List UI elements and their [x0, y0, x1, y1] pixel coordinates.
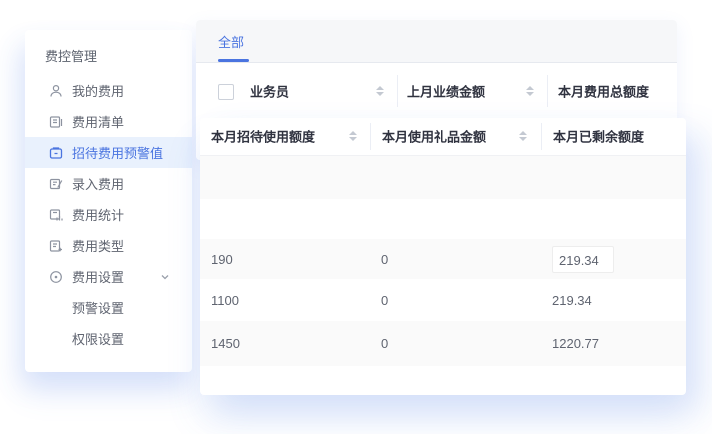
detail-table-header: 本月招待使用额度 本月使用礼品金额 本月已剩余额度: [200, 118, 686, 156]
column-header-remaining-quota[interactable]: 本月已剩余额度: [553, 127, 644, 146]
sidebar-item-expense-type[interactable]: 费用类型: [25, 230, 192, 261]
table-row: 190 0 219.34: [200, 239, 686, 279]
sidebar-item-entertainment-warning[interactable]: 招待费用预警值: [25, 137, 192, 168]
sidebar-subitem-permission-settings[interactable]: 权限设置: [25, 323, 192, 354]
cell-remaining-quota: 219.34: [541, 293, 686, 308]
table-row: 1450 0 1220.77: [200, 321, 686, 366]
table-row: 1100 0 219.34: [200, 279, 686, 321]
sort-icon[interactable]: [526, 86, 534, 96]
page: 费控管理 我的费用 费用清单: [0, 0, 712, 434]
sidebar-item-label: 我的费用: [72, 81, 124, 100]
sidebar-subitem-warning-settings[interactable]: 预警设置: [25, 292, 192, 323]
sidebar-item-expense-settings[interactable]: 费用设置: [25, 261, 192, 292]
sidebar: 费控管理 我的费用 费用清单: [25, 30, 192, 372]
cell-gift-amount: 0: [370, 293, 541, 308]
column-header-salesperson[interactable]: 业务员: [250, 82, 289, 101]
cell-gift-amount: 0: [370, 252, 541, 267]
expense-list-icon: [48, 114, 63, 129]
cell-gift-amount: 0: [370, 336, 541, 351]
column-header-gift-amount[interactable]: 本月使用礼品金额: [382, 127, 486, 146]
sidebar-title: 费控管理: [25, 30, 192, 75]
column-header-last-month-performance[interactable]: 上月业绩金额: [407, 82, 485, 101]
chevron-down-icon: [160, 272, 170, 282]
cell-entertain-quota: 1100: [200, 293, 370, 308]
sidebar-item-label: 招待费用预警值: [72, 143, 163, 162]
tab-bar: 全部: [196, 20, 677, 63]
column-divider: [370, 123, 371, 150]
expense-entry-icon: [48, 176, 63, 191]
sidebar-item-expense-stats[interactable]: 费用统计: [25, 199, 192, 230]
cell-entertain-quota: 1450: [200, 336, 370, 351]
tab-all[interactable]: 全部: [218, 20, 244, 62]
detail-table-panel: 本月招待使用额度 本月使用礼品金额 本月已剩余额度 190 0 219.34 1…: [200, 118, 686, 395]
table-row: [200, 199, 686, 239]
sidebar-item-label: 权限设置: [72, 329, 124, 348]
settings-icon: [48, 269, 63, 284]
expense-stats-icon: [48, 207, 63, 222]
column-divider: [547, 75, 548, 107]
table-row: [200, 156, 686, 199]
sidebar-item-expense-list[interactable]: 费用清单: [25, 106, 192, 137]
sort-icon[interactable]: [376, 86, 384, 96]
cell-remaining-quota: 219.34: [541, 246, 686, 273]
sidebar-item-label: 预警设置: [72, 298, 124, 317]
sidebar-item-label: 录入费用: [72, 174, 124, 193]
editable-value-field[interactable]: 219.34: [552, 246, 614, 273]
cell-entertain-quota: 190: [200, 252, 370, 267]
user-icon: [48, 83, 63, 98]
sidebar-item-label: 费用清单: [72, 112, 124, 131]
sidebar-item-label: 费用统计: [72, 205, 124, 224]
tab-active-underline: [218, 59, 249, 62]
sort-icon[interactable]: [349, 131, 357, 141]
cell-remaining-quota: 1220.77: [541, 336, 686, 351]
sidebar-item-expense-entry[interactable]: 录入费用: [25, 168, 192, 199]
sidebar-menu: 我的费用 费用清单 招待费用预警值: [25, 75, 192, 354]
column-divider: [541, 123, 542, 150]
select-all-checkbox[interactable]: [218, 84, 234, 100]
column-divider: [397, 75, 398, 107]
table-row: [200, 366, 686, 395]
column-header-entertain-quota[interactable]: 本月招待使用额度: [211, 127, 315, 146]
expense-type-icon: [48, 238, 63, 253]
sidebar-item-label: 费用类型: [72, 236, 124, 255]
column-header-month-total-quota[interactable]: 本月费用总额度: [558, 82, 649, 101]
sidebar-item-label: 费用设置: [72, 267, 124, 286]
sort-icon[interactable]: [519, 131, 527, 141]
wallet-icon: [48, 145, 63, 160]
sidebar-item-my-expenses[interactable]: 我的费用: [25, 75, 192, 106]
